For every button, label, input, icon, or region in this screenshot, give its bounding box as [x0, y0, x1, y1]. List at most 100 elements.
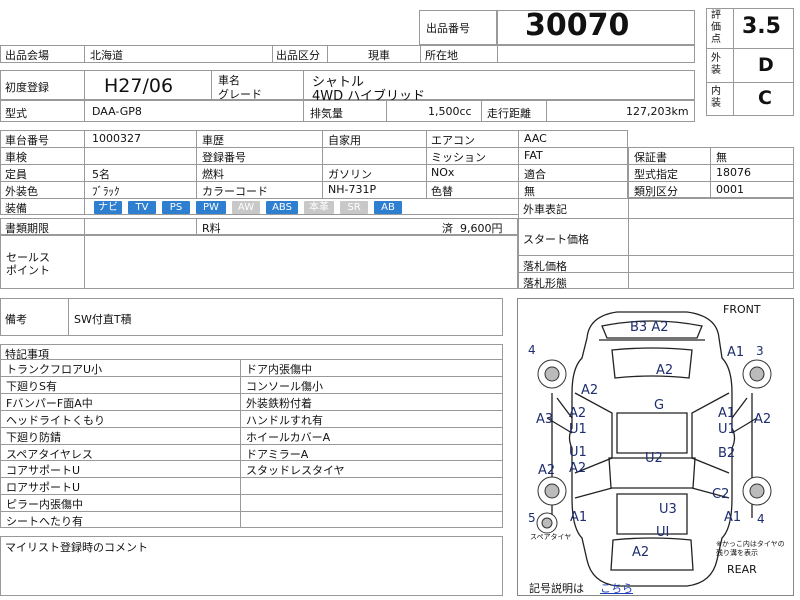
displacement: 1,500cc [428, 105, 472, 118]
displacement-label: 排気量 [310, 107, 343, 120]
exterior-notation-label: 外車表記 [523, 203, 567, 216]
interior-grade: C [758, 87, 772, 109]
nox: 適合 [524, 168, 546, 181]
damage-mark: B2 [718, 446, 736, 461]
sold-form-label: 落札形態 [523, 277, 567, 290]
remarks-label: 備考 [5, 313, 27, 326]
color-label: 外装色 [5, 185, 38, 198]
rear-label: REAR [727, 563, 757, 576]
special-note-right: ドア内張傷中 [246, 363, 312, 376]
color: ﾌﾞﾗｯｸ [92, 185, 120, 198]
regnum-label: 登録番号 [202, 151, 246, 164]
ac-label: エアコン [431, 134, 475, 147]
damage-mark: A3 [536, 412, 554, 427]
capacity-label: 定員 [5, 168, 27, 181]
equipment-badge: 本革 [304, 201, 334, 214]
special-note-right: スタッドレスタイヤ [246, 464, 345, 477]
documents-label: 書類期限 [5, 222, 49, 235]
special-note-right: ホイールカバーA [246, 431, 331, 444]
history-label: 車歴 [202, 134, 224, 147]
damage-mark: A2 [569, 406, 587, 421]
interior-grade-label: 内装 [711, 86, 721, 109]
special-note-right: コンソール傷小 [246, 380, 323, 393]
inspection-label: 車検 [5, 151, 27, 164]
r-label: R料 [202, 222, 221, 235]
first-reg-label: 初度登録 [5, 81, 49, 94]
special-note-right: 外装鉄粉付着 [246, 397, 312, 410]
score-value: 3.5 [742, 14, 781, 39]
damage-mark: A1 [570, 510, 588, 525]
sales-label-2: ポイント [6, 264, 50, 277]
documents-row [0, 218, 518, 235]
front-label: FRONT [723, 303, 761, 316]
warranty: 無 [716, 151, 727, 164]
damage-mark: A1 [724, 510, 742, 525]
special-note-left: コアサポートU [6, 464, 81, 477]
typedesig-label: 型式指定 [634, 168, 678, 181]
sales-box [0, 235, 518, 289]
wheel-num-fl: 4 [528, 343, 536, 357]
damage-mark: A2 [569, 461, 587, 476]
classcat: 0001 [716, 183, 744, 196]
damage-mark: A2 [538, 463, 556, 478]
mission-label: ミッション [431, 151, 486, 164]
equipment-label: 装備 [5, 202, 27, 215]
equipment-badge: ABS [266, 201, 298, 214]
special-note-right: ハンドルすれ有 [246, 414, 323, 427]
mylist-label: マイリスト登録時のコメント [5, 541, 148, 554]
colorcode: NH-731P [328, 183, 377, 196]
model-label: 型式 [5, 107, 27, 120]
damage-mark: A2 [754, 412, 772, 427]
equipment-badge: ナビ [94, 201, 122, 214]
category: 現車 [368, 49, 390, 62]
damage-mark: A1 [718, 406, 736, 421]
special-note-left: ヘッドライトくもり [6, 414, 105, 427]
special-note-left: FバンパーF面A中 [6, 397, 93, 410]
mileage: 127,203km [626, 105, 689, 118]
damage-mark: A2 [632, 545, 650, 560]
warranty-label: 保証書 [634, 151, 667, 164]
legend-link[interactable]: こちら [600, 580, 633, 596]
lot-label: 出品番号 [426, 22, 470, 35]
classcat-label: 類別区分 [634, 185, 678, 198]
remarks-value: SW付直T積 [74, 313, 132, 326]
venue: 北海道 [90, 49, 123, 62]
start-price-label: スタート価格 [523, 233, 589, 246]
mileage-label: 走行距離 [487, 107, 531, 120]
wheel-num-rr: 4 [757, 512, 765, 526]
damage-mark: A2 [656, 363, 674, 378]
wheel-num-fr: 3 [756, 344, 764, 358]
colorcode-label: カラーコード [202, 185, 268, 198]
damage-mark: G [654, 398, 665, 413]
r-value: 済 9,600円 [442, 222, 503, 235]
damage-mark: U1 [569, 445, 587, 460]
venue-label: 出品会場 [5, 49, 49, 62]
special-note-left: ピラー内張傷中 [6, 498, 83, 511]
equipment-badge: SR [340, 201, 368, 214]
exterior-grade: D [758, 54, 774, 76]
special-note-left: 下廻り防錆 [6, 431, 61, 444]
ac: AAC [524, 132, 547, 145]
sold-price-label: 落札価格 [523, 260, 567, 273]
fuel: ガソリン [328, 168, 372, 181]
location-label: 所在地 [425, 49, 458, 62]
equipment-badge: TV [128, 201, 156, 214]
equipment-badge: PW [196, 201, 226, 214]
capacity: 5名 [92, 168, 110, 181]
damage-mark: U1 [569, 422, 587, 437]
exterior-grade-label: 外装 [711, 53, 721, 76]
special-note-left: ロアサポートU [6, 481, 81, 494]
damage-mark: C2 [712, 487, 730, 502]
typedesig: 18076 [716, 166, 751, 179]
chassis-label: 車台番号 [5, 134, 49, 147]
history: 自家用 [328, 134, 361, 147]
damage-mark: U2 [645, 451, 663, 466]
wheel-num-rl: 5 [528, 511, 536, 525]
damage-mark: UI [656, 525, 670, 540]
mission: FAT [524, 149, 543, 162]
legend-label: 記号説明は [529, 582, 584, 595]
damage-mark: B3 A2 [630, 320, 669, 335]
special-note-left: シートへたり有 [6, 515, 83, 528]
colorchange: 無 [524, 185, 535, 198]
damage-mark: U3 [659, 502, 677, 517]
